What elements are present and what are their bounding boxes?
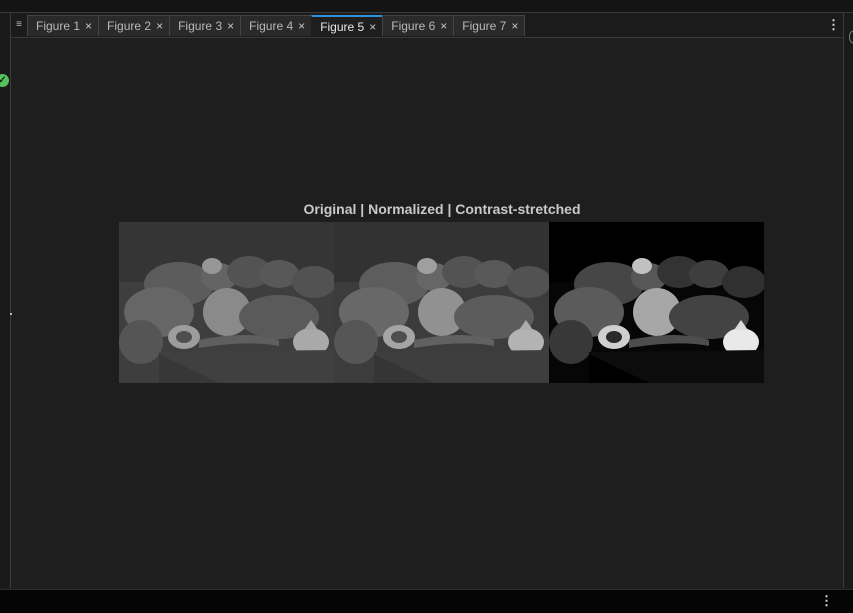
image-montage [119,222,764,383]
tab-figure-7[interactable]: Figure 7 × [453,15,526,36]
tab-label: Figure 7 [462,19,507,33]
left-gutter: ✓ [0,13,12,588]
image-pixels [334,222,549,383]
close-icon[interactable]: × [511,20,518,32]
window-top-strip [0,0,853,13]
status-bar: ⋮ [0,589,853,613]
tab-figure-6[interactable]: Figure 6 × [382,15,455,36]
close-icon[interactable]: × [298,20,305,32]
right-gutter [843,13,853,588]
tab-figure-1[interactable]: Figure 1 × [27,15,100,36]
image-panel-original [119,222,334,383]
tab-menu-icon[interactable]: ⋮ [827,17,840,33]
image-panel-contrast-stretched [549,222,764,383]
tab-drag-grip-icon[interactable]: ≡ [13,16,25,34]
figure-title: Original | Normalized | Contrast-stretch… [303,201,581,217]
tab-label: Figure 4 [249,19,294,33]
tab-figure-3[interactable]: Figure 3 × [169,15,242,36]
status-ok-icon: ✓ [0,74,9,87]
figure-tabs: Figure 1 × Figure 2 × Figure 3 × Figure 4 × … [27,15,526,37]
figure-canvas: Original | Normalized | Contrast-stretch… [11,38,843,588]
close-icon[interactable]: × [156,20,163,32]
figure-tab-bar: ≡ Figure 1 × Figure 2 × Figure 3 × Figure 4… [11,13,843,38]
tab-label: Figure 3 [178,19,223,33]
status-menu-icon[interactable]: ⋮ [820,593,833,609]
image-pixels [119,222,334,383]
close-icon[interactable]: × [227,20,234,32]
tab-figure-2[interactable]: Figure 2 × [98,15,171,36]
tab-label: Figure 1 [36,19,81,33]
tab-label: Figure 5 [320,19,365,34]
close-icon[interactable]: × [369,21,376,33]
tab-figure-5[interactable]: Figure 5 × [311,15,384,36]
tab-label: Figure 2 [107,19,152,33]
close-icon[interactable]: × [440,20,447,32]
image-panel-normalized [334,222,549,383]
tab-figure-4[interactable]: Figure 4 × [240,15,313,36]
image-pixels [549,222,764,383]
close-icon[interactable]: × [85,20,92,32]
tab-label: Figure 6 [391,19,436,33]
right-panel-handle[interactable] [849,30,853,44]
